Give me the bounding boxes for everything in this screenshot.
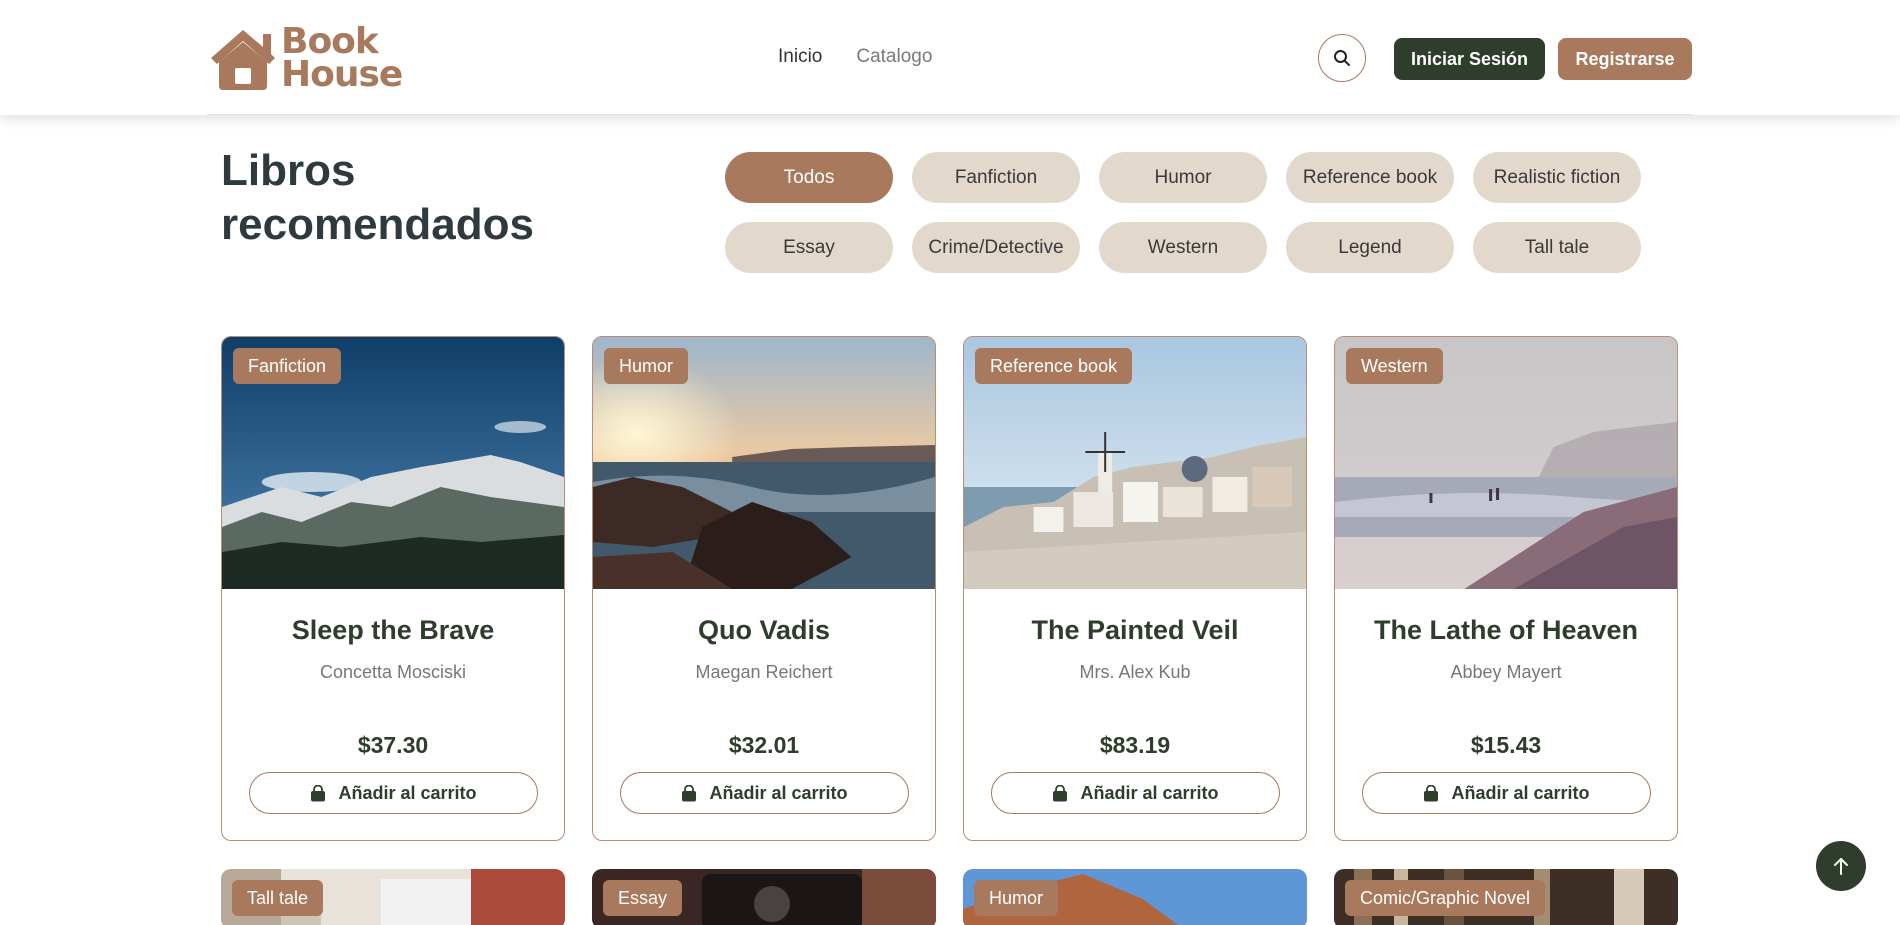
add-to-cart-button[interactable]: Añadir al carrito — [991, 772, 1280, 814]
add-to-cart-label: Añadir al carrito — [709, 782, 848, 803]
arrow-up-icon — [1834, 858, 1848, 875]
book-author: Mrs. Alex Kub — [1079, 662, 1191, 682]
shopping-bag-icon — [1053, 784, 1068, 801]
house-logo-icon — [211, 30, 275, 90]
nav-link-catalogo[interactable]: Catalogo — [856, 46, 932, 68]
book-title[interactable]: The Lathe of Heaven — [1335, 615, 1677, 646]
book-card[interactable]: Reference book The Painted Veil Mrs. Ale… — [963, 336, 1307, 841]
scroll-to-top-button[interactable] — [1816, 841, 1866, 891]
brand-line-2: House — [281, 54, 403, 95]
book-card[interactable]: Fanfiction Sleep the Brave Concetta Mosc… — [221, 336, 565, 841]
filter-chip-realistic-fiction[interactable]: Realistic fiction — [1473, 152, 1641, 203]
book-price: $37.30 — [357, 732, 429, 758]
category-badge: Essay — [603, 880, 683, 916]
book-cover-image: Comic/Graphic Novel — [1334, 869, 1678, 925]
add-to-cart-label: Añadir al carrito — [1080, 782, 1219, 803]
book-cover-image: Fanfiction — [222, 337, 564, 589]
register-button[interactable]: Registrarse — [1558, 38, 1692, 80]
main-nav: Inicio Catalogo — [778, 46, 932, 68]
category-badge: Comic/Graphic Novel — [1345, 880, 1546, 916]
book-author: Maegan Reichert — [695, 662, 833, 682]
book-cover-image: Essay — [592, 869, 936, 925]
book-price: $83.19 — [1099, 732, 1171, 758]
filter-chip-essay[interactable]: Essay — [725, 222, 893, 273]
book-cover-image: Tall tale — [221, 869, 565, 925]
category-badge: Humor — [604, 348, 689, 384]
book-price: $32.01 — [728, 732, 800, 758]
book-author: Concetta Mosciski — [319, 662, 467, 682]
book-cover-image: Reference book — [964, 337, 1306, 589]
category-badge: Humor — [974, 880, 1059, 916]
add-to-cart-label: Añadir al carrito — [338, 782, 477, 803]
search-icon — [1334, 50, 1350, 66]
book-cover-image: Western — [1335, 337, 1677, 589]
brand-name: Book House — [281, 24, 403, 95]
book-card[interactable]: Tall tale — [221, 869, 565, 925]
category-badge: Western — [1346, 348, 1443, 384]
book-card[interactable]: Western The Lathe of Heaven Abbey Mayert… — [1334, 336, 1678, 841]
add-to-cart-label: Añadir al carrito — [1451, 782, 1590, 803]
book-author: Abbey Mayert — [1450, 662, 1562, 682]
add-to-cart-button[interactable]: Añadir al carrito — [249, 772, 538, 814]
login-button[interactable]: Iniciar Sesión — [1394, 38, 1545, 80]
brand-logo[interactable]: Book House — [207, 24, 407, 95]
filter-chip-humor[interactable]: Humor — [1099, 152, 1267, 203]
filter-chip-tall-tale[interactable]: Tall tale — [1473, 222, 1641, 273]
search-button[interactable] — [1318, 34, 1366, 82]
book-card[interactable]: Humor Quo Vadis Maegan Reichert $32.01 A… — [592, 336, 936, 841]
shopping-bag-icon — [1424, 784, 1439, 801]
filter-chip-fanfiction[interactable]: Fanfiction — [912, 152, 1080, 203]
shopping-bag-icon — [311, 784, 326, 801]
book-cover-image: Humor — [593, 337, 935, 589]
filter-chip-reference-book[interactable]: Reference book — [1286, 152, 1454, 203]
filter-chip-western[interactable]: Western — [1099, 222, 1267, 273]
book-card[interactable]: Essay — [592, 869, 936, 925]
header-divider — [207, 114, 1693, 115]
book-title[interactable]: Sleep the Brave — [222, 615, 564, 646]
category-badge: Reference book — [975, 348, 1133, 384]
book-cover-image: Humor — [963, 869, 1307, 925]
book-title[interactable]: Quo Vadis — [593, 615, 935, 646]
book-grid: Fanfiction Sleep the Brave Concetta Mosc… — [221, 336, 1678, 925]
add-to-cart-button[interactable]: Añadir al carrito — [620, 772, 909, 814]
book-title[interactable]: The Painted Veil — [964, 615, 1306, 646]
site-header: Book House Inicio Catalogo Iniciar Sesió… — [0, 0, 1900, 115]
filter-chip-crime-detective[interactable]: Crime/Detective — [912, 222, 1080, 273]
shopping-bag-icon — [682, 784, 697, 801]
nav-link-inicio[interactable]: Inicio — [778, 46, 822, 68]
book-card[interactable]: Comic/Graphic Novel — [1334, 869, 1678, 925]
section-title: Libros recomendados — [221, 146, 534, 249]
filter-chip-legend[interactable]: Legend — [1286, 222, 1454, 273]
category-badge: Fanfiction — [233, 348, 342, 384]
book-card[interactable]: Humor — [963, 869, 1307, 925]
book-price: $15.43 — [1470, 732, 1542, 758]
filter-chip-todos[interactable]: Todos — [725, 152, 893, 203]
category-badge: Tall tale — [232, 880, 324, 916]
category-filters: Todos Fanfiction Humor Reference book Re… — [725, 152, 1645, 273]
add-to-cart-button[interactable]: Añadir al carrito — [1362, 772, 1651, 814]
